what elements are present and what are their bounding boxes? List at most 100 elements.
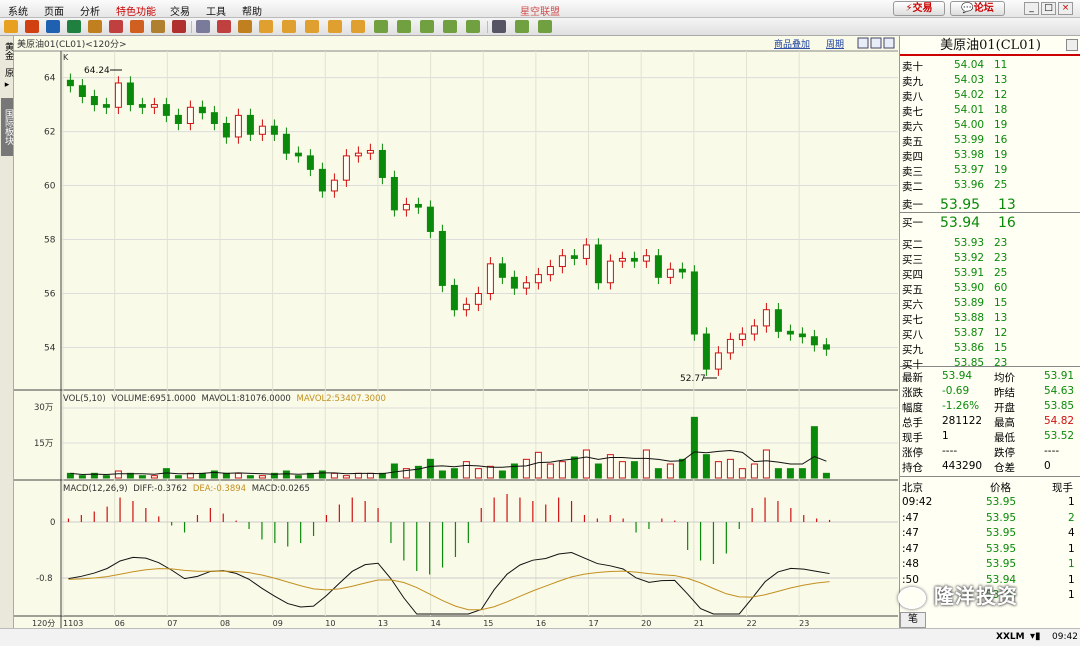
bid-row: 买七 53.88 13 xyxy=(902,312,1008,326)
tab-gold[interactable]: 黄金 xyxy=(1,42,13,60)
candle-body xyxy=(330,179,338,192)
candle-body xyxy=(762,309,770,327)
volume-bar xyxy=(198,472,206,479)
chart-svg[interactable]: 美原油01(CL01)<120分> 商品叠加 周期 K 64 62 60 58 56 54… xyxy=(14,36,898,628)
period-5-icon[interactable] xyxy=(397,20,411,33)
drawing-icon[interactable] xyxy=(217,20,231,33)
multi-day-icon[interactable] xyxy=(515,20,529,33)
forum-button[interactable]: 💬论坛 xyxy=(950,1,1005,16)
volume-bar xyxy=(534,451,542,479)
volume-bar xyxy=(414,465,422,479)
menu-bar: 系统 页面 分析 特色功能 交易 工具 帮助 星空联盟 ⚡交易 💬论坛 _ □ … xyxy=(0,0,1080,18)
bid-row: 买九 53.86 15 xyxy=(902,342,1008,356)
ask-row: 卖六 54.00 19 xyxy=(902,119,1008,133)
candle-body xyxy=(666,268,674,278)
candle-body xyxy=(162,104,170,116)
volume-bar xyxy=(822,472,830,479)
back-arrow-icon[interactable] xyxy=(4,20,18,33)
candle-body xyxy=(150,104,158,108)
watermark-logo: 隆洋投资 xyxy=(898,580,1078,614)
period-60-icon[interactable] xyxy=(466,20,480,33)
zoom-out-icon[interactable] xyxy=(109,20,123,33)
candle-body xyxy=(714,352,722,370)
volume-bar xyxy=(330,472,338,479)
compare-link[interactable]: 商品叠加 xyxy=(774,38,810,50)
tab-international[interactable]: 国际板块 xyxy=(1,98,13,156)
chart-window-icons[interactable] xyxy=(857,37,895,49)
volume-bar xyxy=(558,461,566,479)
vol-axis-mid: 15万 xyxy=(34,439,53,449)
stat-row: 总手 281122 最高 54.82 xyxy=(902,415,1075,429)
volume-bar xyxy=(594,463,602,479)
candle-body xyxy=(270,125,278,135)
chart-icon[interactable] xyxy=(130,20,144,33)
volume-bar xyxy=(582,449,590,479)
kline-icon[interactable] xyxy=(492,20,506,33)
refresh-icon[interactable] xyxy=(67,20,81,33)
maximize-button[interactable]: □ xyxy=(1041,2,1056,15)
bid-row: 买一 53.94 16 xyxy=(902,215,1016,231)
period-1-icon[interactable] xyxy=(374,20,388,33)
volume-bar xyxy=(438,470,446,479)
volume-bar xyxy=(486,465,494,479)
minimize-button[interactable]: _ xyxy=(1024,2,1039,15)
volume-bar xyxy=(678,458,686,479)
tab-crude[interactable]: 原 xyxy=(1,68,13,77)
day-icon[interactable] xyxy=(282,20,296,33)
period-15-icon[interactable] xyxy=(420,20,434,33)
macd-value: MACD:0.0265 xyxy=(252,484,310,494)
candle-body xyxy=(594,244,602,284)
trade-button[interactable]: ⚡交易 xyxy=(893,1,945,16)
candle-body xyxy=(522,282,530,289)
candle-body xyxy=(198,106,206,114)
bid-row: 买四 53.91 25 xyxy=(902,267,1008,281)
filter-icon[interactable] xyxy=(172,20,186,33)
tab-arrow-icon[interactable]: ▸ xyxy=(1,80,13,91)
volume-bar xyxy=(774,468,782,479)
volume-bar xyxy=(294,475,302,479)
volume-bar xyxy=(618,461,626,479)
year-icon[interactable] xyxy=(351,20,365,33)
vol-axis-top: 30万 xyxy=(34,403,53,413)
candle-body xyxy=(822,344,830,350)
x-tick: 06 xyxy=(115,619,125,628)
tick-row: 09:42 53.95 1 xyxy=(902,496,1075,508)
macd-axis-zero: 0 xyxy=(50,518,55,528)
close-button[interactable]: × xyxy=(1058,2,1073,15)
month-icon[interactable] xyxy=(328,20,342,33)
ask-row: 卖十 54.04 11 xyxy=(902,59,1008,73)
candle-body xyxy=(474,293,482,305)
candle-body xyxy=(690,271,698,335)
volume-bar xyxy=(390,463,398,479)
candle-body xyxy=(606,260,614,284)
bid-row: 买二 53.93 23 xyxy=(902,237,1008,251)
volume-bar xyxy=(726,458,734,479)
week-icon[interactable] xyxy=(305,20,319,33)
candle-body xyxy=(462,303,470,311)
cycle-link[interactable]: 周期 xyxy=(826,39,844,50)
table-icon[interactable] xyxy=(196,20,210,33)
volume-bar xyxy=(474,468,482,479)
candle-body xyxy=(66,79,74,87)
stat-row: 涨跌 -0.69 昨结 54.63 xyxy=(902,385,1075,399)
x-tick: 1103 xyxy=(63,619,83,628)
tick-icon[interactable] xyxy=(538,20,552,33)
candle-body xyxy=(618,257,626,262)
svg-text:MACD(12,26,9) DIFF:-0.3762: MACD(12,26,9) DIFF:-0.3762 DEA:-0.3894 M… xyxy=(63,484,310,494)
fx-icon[interactable] xyxy=(238,20,252,33)
period-30-icon[interactable] xyxy=(443,20,457,33)
volume-bar xyxy=(750,463,758,479)
quote-list-icon[interactable] xyxy=(46,20,60,33)
panel-toggle-icon[interactable] xyxy=(1066,39,1078,51)
zoom-in-icon[interactable] xyxy=(88,20,102,33)
candle-body xyxy=(78,85,86,97)
calendar-icon[interactable] xyxy=(259,20,273,33)
candle-body xyxy=(486,263,494,295)
hand-icon[interactable] xyxy=(151,20,165,33)
high-label: 64.24 xyxy=(84,66,110,76)
volume-bar xyxy=(426,458,434,479)
x-tick: 22 xyxy=(746,619,756,628)
tab-ticks[interactable]: 笔 xyxy=(900,612,926,628)
macd-axis-low: -0.8 xyxy=(36,574,53,584)
home-icon[interactable] xyxy=(25,20,39,33)
